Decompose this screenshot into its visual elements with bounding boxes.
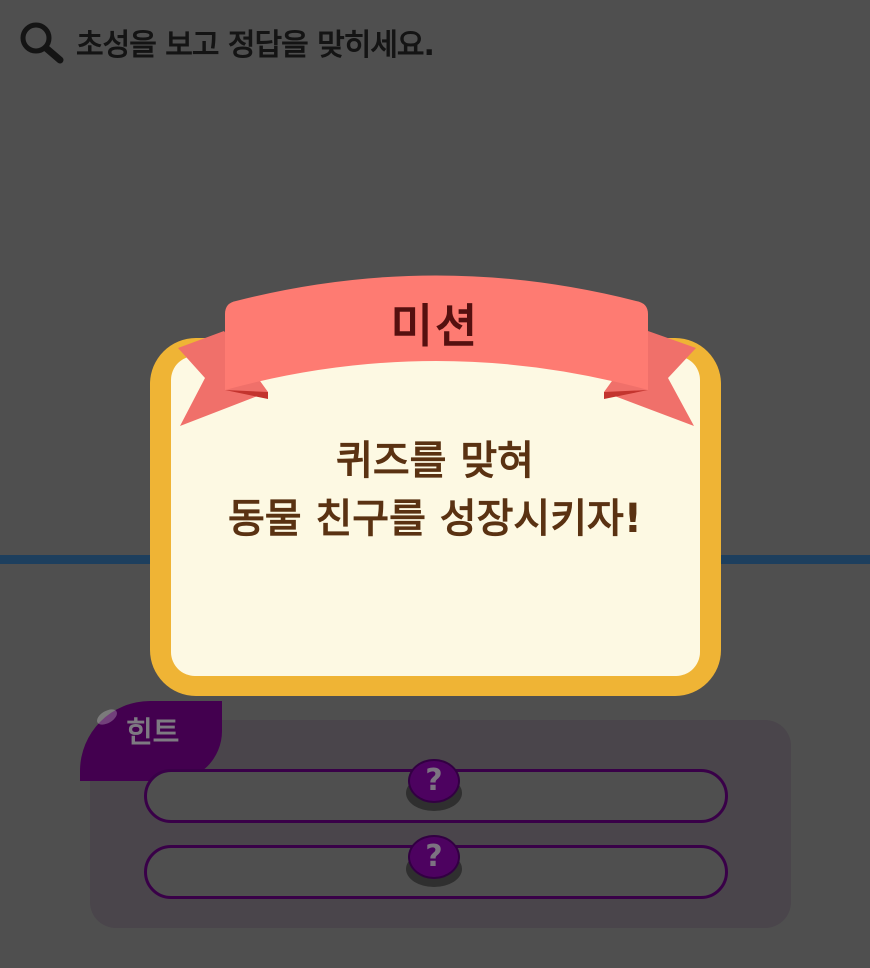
mission-title: 미션 — [390, 299, 480, 353]
mission-message: 퀴즈를 맞혀 동물 친구를 성장시키자! — [172, 432, 698, 548]
mission-line-1: 퀴즈를 맞혀 — [336, 438, 534, 484]
mission-line-2: 동물 친구를 성장시키자! — [227, 496, 643, 542]
